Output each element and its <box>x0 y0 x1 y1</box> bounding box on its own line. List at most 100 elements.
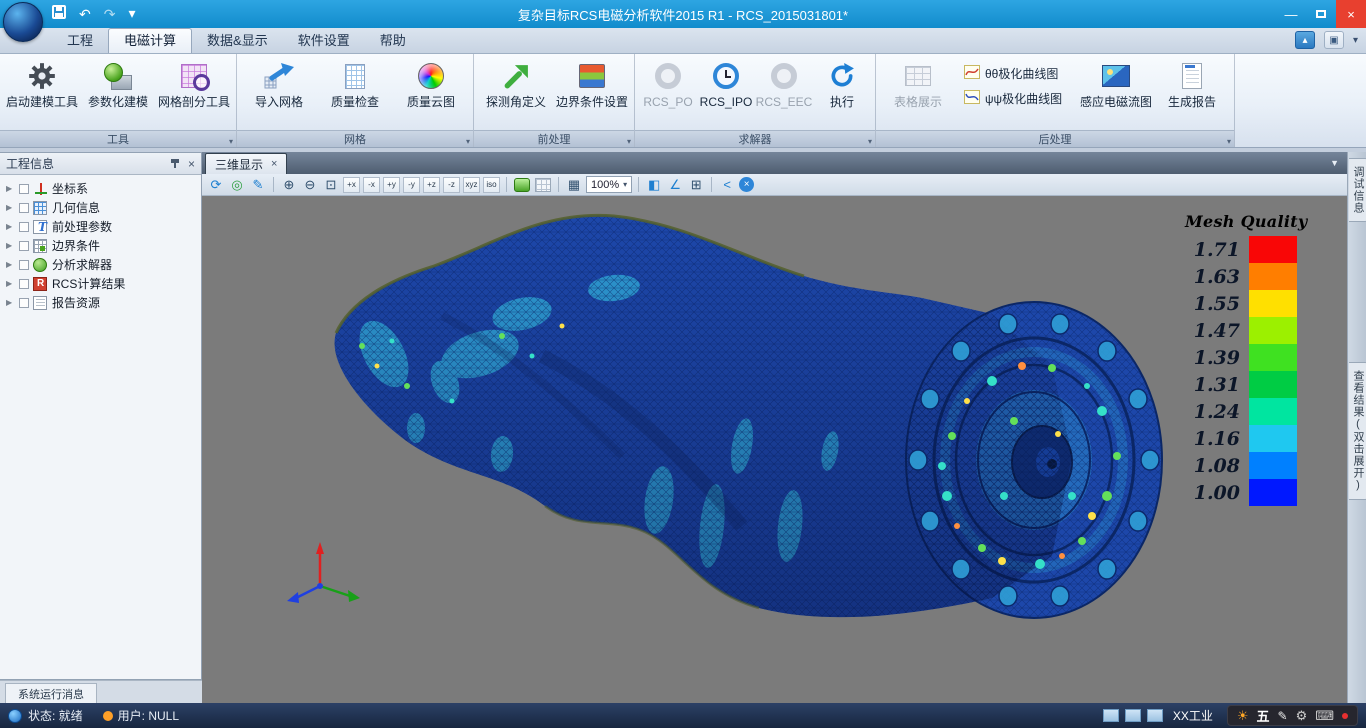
tab-em-computation[interactable]: 电磁计算 <box>108 28 192 53</box>
expander-icon[interactable]: ▶ <box>6 260 19 269</box>
zoom-level-select[interactable]: 100% ▾ <box>586 176 632 193</box>
panel-close-icon[interactable]: × <box>188 158 195 170</box>
close-button[interactable]: × <box>1336 0 1366 28</box>
handwriting-icon[interactable]: ✎ <box>1278 709 1288 723</box>
tree-item-boundary-condition[interactable]: ▶ 边界条件 <box>4 236 201 255</box>
share-view-icon[interactable]: < <box>718 176 736 194</box>
zoom-fit-icon[interactable]: ⊡ <box>322 176 340 194</box>
view-xyz-button[interactable]: xyz <box>463 177 480 193</box>
stop-render-icon[interactable]: × <box>739 177 754 192</box>
rcs-po-button: RCS_PO <box>639 57 697 130</box>
tab-data-display[interactable]: 数据&显示 <box>192 29 283 53</box>
checkbox[interactable] <box>19 203 29 213</box>
legend-segment-7 <box>1249 425 1297 452</box>
tab-list-dropdown-icon[interactable]: ▼ <box>1330 158 1339 168</box>
view-neg-y-button[interactable]: -y <box>403 177 420 193</box>
expander-icon[interactable]: ▶ <box>6 241 19 250</box>
rotate-view-icon[interactable]: ⟳ <box>207 176 225 194</box>
multi-viewport-icon[interactable]: ⊞ <box>687 176 705 194</box>
view-pos-x-button[interactable]: +x <box>343 177 360 193</box>
tab-close-icon[interactable]: × <box>271 158 277 170</box>
quality-check-button[interactable]: 质量检查 <box>317 57 393 130</box>
tree-item-coordinate-system[interactable]: ▶ 坐标系 <box>4 179 201 198</box>
tree-item-rcs-result[interactable]: ▶ RCS计算结果 <box>4 274 201 293</box>
generate-report-button[interactable]: 生成报告 <box>1154 57 1230 130</box>
boundary-settings-button[interactable]: 边界条件设置 <box>554 57 630 130</box>
quick-access-dropdown[interactable]: ▾ <box>128 0 135 28</box>
induced-current-map-button[interactable]: 感应电磁流图 <box>1078 57 1154 130</box>
expander-icon[interactable]: ▶ <box>6 203 19 212</box>
dialog-launcher-icon[interactable]: ▾ <box>466 137 470 146</box>
display-mode-icon[interactable]: ▣ <box>1324 31 1344 49</box>
tree-item-geometry-info[interactable]: ▶ 几何信息 <box>4 198 201 217</box>
view-neg-x-button[interactable]: -x <box>363 177 380 193</box>
checkbox[interactable] <box>19 222 29 232</box>
wireframe-mode-icon[interactable] <box>534 176 552 194</box>
ime-toolbar[interactable]: ☀ 五 ✎ ⚙ ⌨ <box>1227 705 1358 726</box>
save-button[interactable] <box>52 1 66 27</box>
tab-project[interactable]: 工程 <box>52 29 108 53</box>
quality-cloud-button[interactable]: 质量云图 <box>393 57 469 130</box>
app-logo <box>3 2 43 42</box>
view-pos-y-button[interactable]: +y <box>383 177 400 193</box>
tree-item-preprocess-params[interactable]: ▶ 前处理参数 <box>4 217 201 236</box>
clip-plane-icon[interactable]: ◧ <box>645 176 663 194</box>
view-pos-z-button[interactable]: +z <box>423 177 440 193</box>
tab-3d-display[interactable]: 三维显示 × <box>205 153 287 174</box>
expander-icon[interactable]: ▶ <box>6 184 19 193</box>
ime-mode-label[interactable]: 五 <box>1257 706 1270 725</box>
theta-polarization-chart-button[interactable]: θθ极化曲线图 <box>964 65 1070 82</box>
keyboard-icon[interactable]: ⌨ <box>1315 708 1334 724</box>
more-options-icon[interactable]: ▾ <box>1353 35 1358 46</box>
undo-button[interactable]: ↶ <box>79 1 91 27</box>
side-tab-view-results[interactable]: 查看结果(双击展开) <box>1349 362 1366 500</box>
zoom-out-icon[interactable]: ⊖ <box>301 176 319 194</box>
dialog-launcher-icon[interactable]: ▾ <box>229 137 233 146</box>
taskbar-window-icon[interactable] <box>1147 709 1163 722</box>
tab-help[interactable]: 帮助 <box>365 29 421 53</box>
expander-icon[interactable]: ▶ <box>6 222 19 231</box>
zoom-in-icon[interactable]: ⊕ <box>280 176 298 194</box>
minimize-button[interactable]: — <box>1276 0 1306 28</box>
viewport-3d[interactable]: Mesh Quality 1.71 1.63 1.55 1.47 1.39 1.… <box>202 196 1347 703</box>
maximize-button[interactable] <box>1306 0 1336 28</box>
dialog-launcher-icon[interactable]: ▾ <box>627 137 631 146</box>
taskbar-window-icon[interactable] <box>1125 709 1141 722</box>
view-neg-z-button[interactable]: -z <box>443 177 460 193</box>
coordinate-system-icon <box>33 182 47 196</box>
launch-modeling-tool-button[interactable]: 启动建模工具 <box>4 57 80 130</box>
taskbar-window-icon[interactable] <box>1103 709 1119 722</box>
side-tab-debug-info[interactable]: 调试信息 <box>1349 158 1366 222</box>
measure-icon[interactable]: ∠ <box>666 176 684 194</box>
mesh-partition-tool-button[interactable]: 网格剖分工具 <box>156 57 232 130</box>
redo-button[interactable]: ↷ <box>104 1 116 27</box>
solver-ipo-clock-icon <box>713 61 739 91</box>
orbit-icon[interactable]: ◎ <box>228 176 246 194</box>
run-button[interactable]: 执行 <box>813 57 871 130</box>
settings-gear-icon[interactable]: ⚙ <box>1296 708 1308 724</box>
psi-polarization-chart-button[interactable]: ψψ极化曲线图 <box>964 90 1070 107</box>
checkbox[interactable] <box>19 279 29 289</box>
view-iso-button[interactable]: iso <box>483 177 500 193</box>
sketch-icon[interactable]: ✎ <box>249 176 267 194</box>
parametric-modeling-button[interactable]: 参数化建模 <box>80 57 156 130</box>
shaded-mode-icon[interactable] <box>513 176 531 194</box>
weather-icon[interactable]: ☀ <box>1237 708 1249 724</box>
probe-angle-button[interactable]: 探测角定义 <box>478 57 554 130</box>
tree-item-report-resource[interactable]: ▶ 报告资源 <box>4 293 201 312</box>
dialog-launcher-icon[interactable]: ▾ <box>868 137 872 146</box>
grid-toggle-icon[interactable]: ▦ <box>565 176 583 194</box>
checkbox[interactable] <box>19 184 29 194</box>
rcs-ipo-button[interactable]: RCS_IPO <box>697 57 755 130</box>
checkbox[interactable] <box>19 260 29 270</box>
checkbox[interactable] <box>19 298 29 308</box>
pin-icon[interactable] <box>170 158 180 170</box>
ribbon-collapse-icon[interactable]: ▴ <box>1295 31 1315 49</box>
import-mesh-button[interactable]: 导入网格 <box>241 57 317 130</box>
tab-software-settings[interactable]: 软件设置 <box>283 29 365 53</box>
dialog-launcher-icon[interactable]: ▾ <box>1227 137 1231 146</box>
expander-icon[interactable]: ▶ <box>6 298 19 307</box>
checkbox[interactable] <box>19 241 29 251</box>
tree-item-analysis-solver[interactable]: ▶ 分析求解器 <box>4 255 201 274</box>
expander-icon[interactable]: ▶ <box>6 279 19 288</box>
